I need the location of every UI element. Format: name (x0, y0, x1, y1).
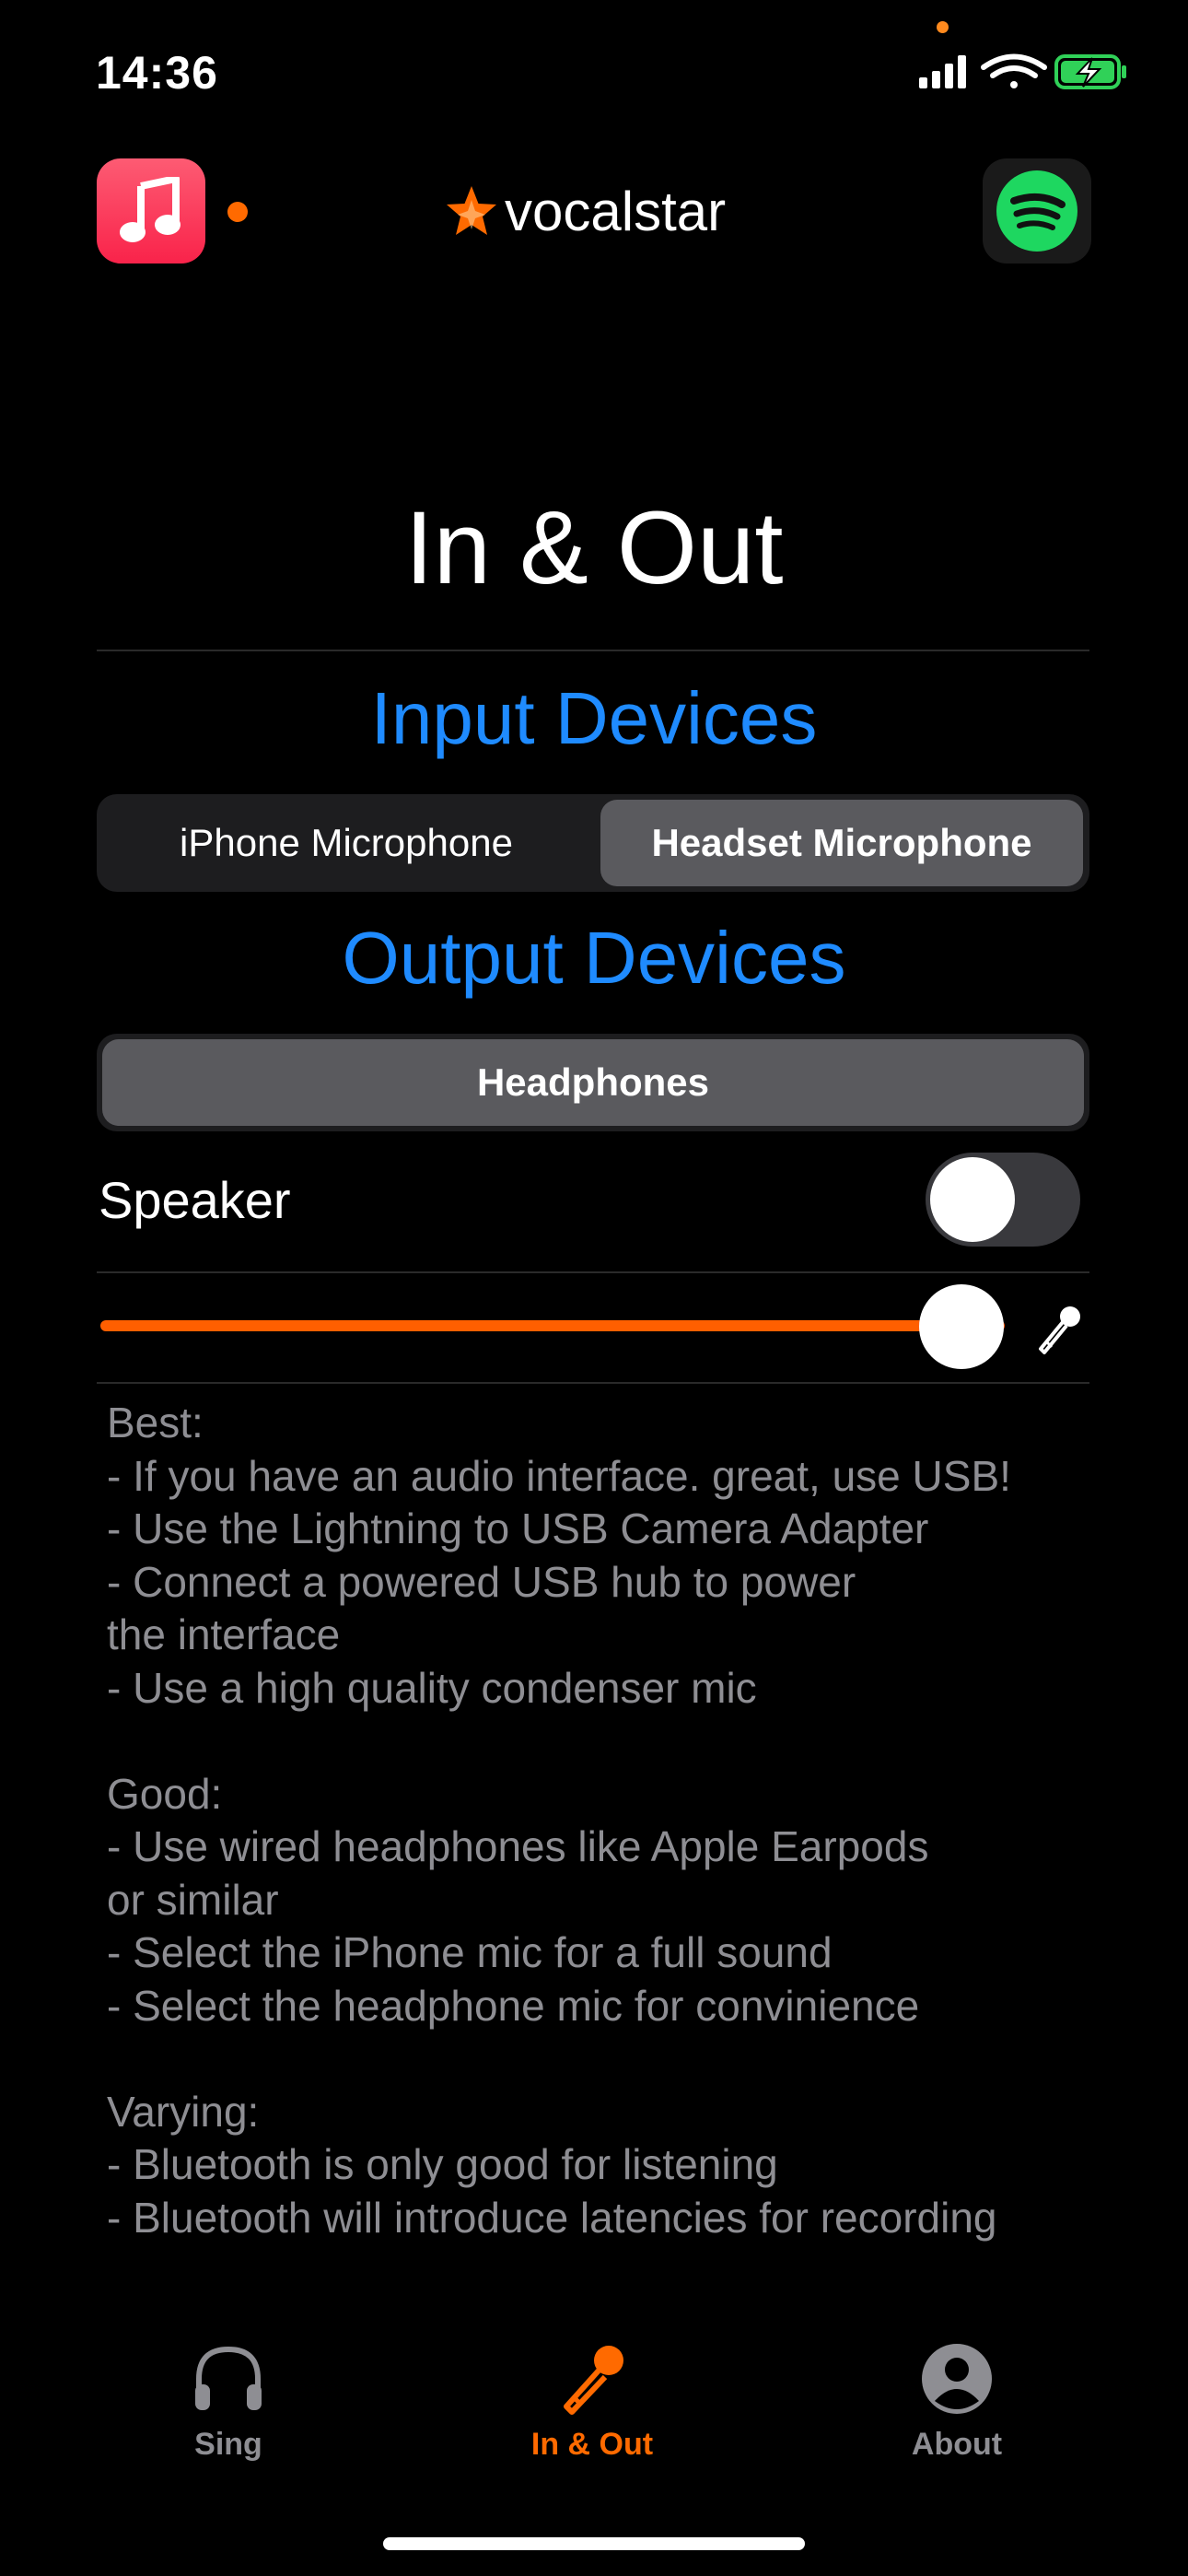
speaker-divider (97, 1271, 1089, 1273)
mic-level-slider-thumb[interactable] (919, 1284, 1004, 1369)
battery-charging-icon (1054, 54, 1126, 89)
tip-line: Best: (107, 1399, 204, 1446)
home-indicator[interactable] (383, 2537, 805, 2550)
tip-line: - If you have an audio interface. great,… (107, 1451, 1011, 1500)
star-logo-icon (447, 186, 496, 235)
person-circle-icon (922, 2344, 992, 2414)
tip-line: - Bluetooth is only good for listening (107, 2140, 778, 2188)
mic-level-slider-track[interactable] (100, 1320, 1005, 1331)
input-devices-title: Input Devices (370, 677, 818, 759)
brand-name: vocalstar (505, 180, 727, 242)
tip-line: Good: (107, 1769, 223, 1818)
tab-label: About (911, 2427, 1003, 2462)
speaker-toggle[interactable] (926, 1153, 1080, 1247)
tip-line: - Select the headphone mic for convinien… (107, 1981, 920, 2030)
tip-line: - Select the iPhone mic for a full sound (107, 1928, 833, 1976)
page-title: In & Out (404, 490, 784, 605)
spotify-icon[interactable] (983, 158, 1091, 263)
connection-tips: Best: - If you have an audio interface. … (107, 1397, 1120, 2244)
title-divider (97, 650, 1089, 651)
camera-indicator-dot (937, 21, 949, 33)
toggle-knob (930, 1157, 1015, 1242)
microphone-icon (1039, 1306, 1080, 1354)
input-device-segmented-control: iPhone Microphone Headset Microphone (97, 794, 1089, 892)
tip-line: - Connect a powered USB hub to power (107, 1557, 856, 1606)
tip-line (107, 2032, 1120, 2086)
headphones-icon (195, 2346, 262, 2410)
tab-in-and-out[interactable]: In & Out (491, 2340, 693, 2463)
microphone-icon (564, 2346, 623, 2415)
brand-logo: vocalstar (444, 178, 726, 244)
status-icons (919, 53, 1126, 89)
tip-line: the interface (107, 1610, 341, 1658)
tip-line (107, 1715, 1120, 1768)
recording-indicator-dot (227, 202, 248, 222)
tab-sing[interactable]: Sing (127, 2340, 330, 2463)
tip-line: Varying: (107, 2087, 260, 2136)
output-device-segmented-control: Headphones (97, 1034, 1089, 1131)
apple-music-icon[interactable] (97, 158, 205, 263)
tip-line: - Use wired headphones like Apple Earpod… (107, 1822, 929, 1870)
output-devices-title: Output Devices (342, 917, 846, 999)
cellular-signal-icon (919, 55, 966, 88)
slider-divider (97, 1382, 1089, 1384)
segment-iphone-microphone[interactable]: iPhone Microphone (102, 800, 590, 886)
speaker-label: Speaker (99, 1171, 291, 1229)
tab-label: In & Out (530, 2427, 654, 2462)
tip-line: - Bluetooth will introduce latencies for… (107, 2193, 997, 2242)
tab-about[interactable]: About (856, 2340, 1058, 2463)
segment-headset-microphone[interactable]: Headset Microphone (600, 800, 1083, 886)
tab-label: Sing (194, 2427, 262, 2462)
tip-line: - Use a high quality condenser mic (107, 1663, 757, 1712)
wifi-icon (981, 53, 1047, 88)
segment-headphones[interactable]: Headphones (102, 1039, 1084, 1126)
tip-line: - Use the Lightning to USB Camera Adapte… (107, 1505, 929, 1552)
tip-line: or similar (107, 1875, 279, 1924)
status-time: 14:36 (96, 47, 218, 99)
